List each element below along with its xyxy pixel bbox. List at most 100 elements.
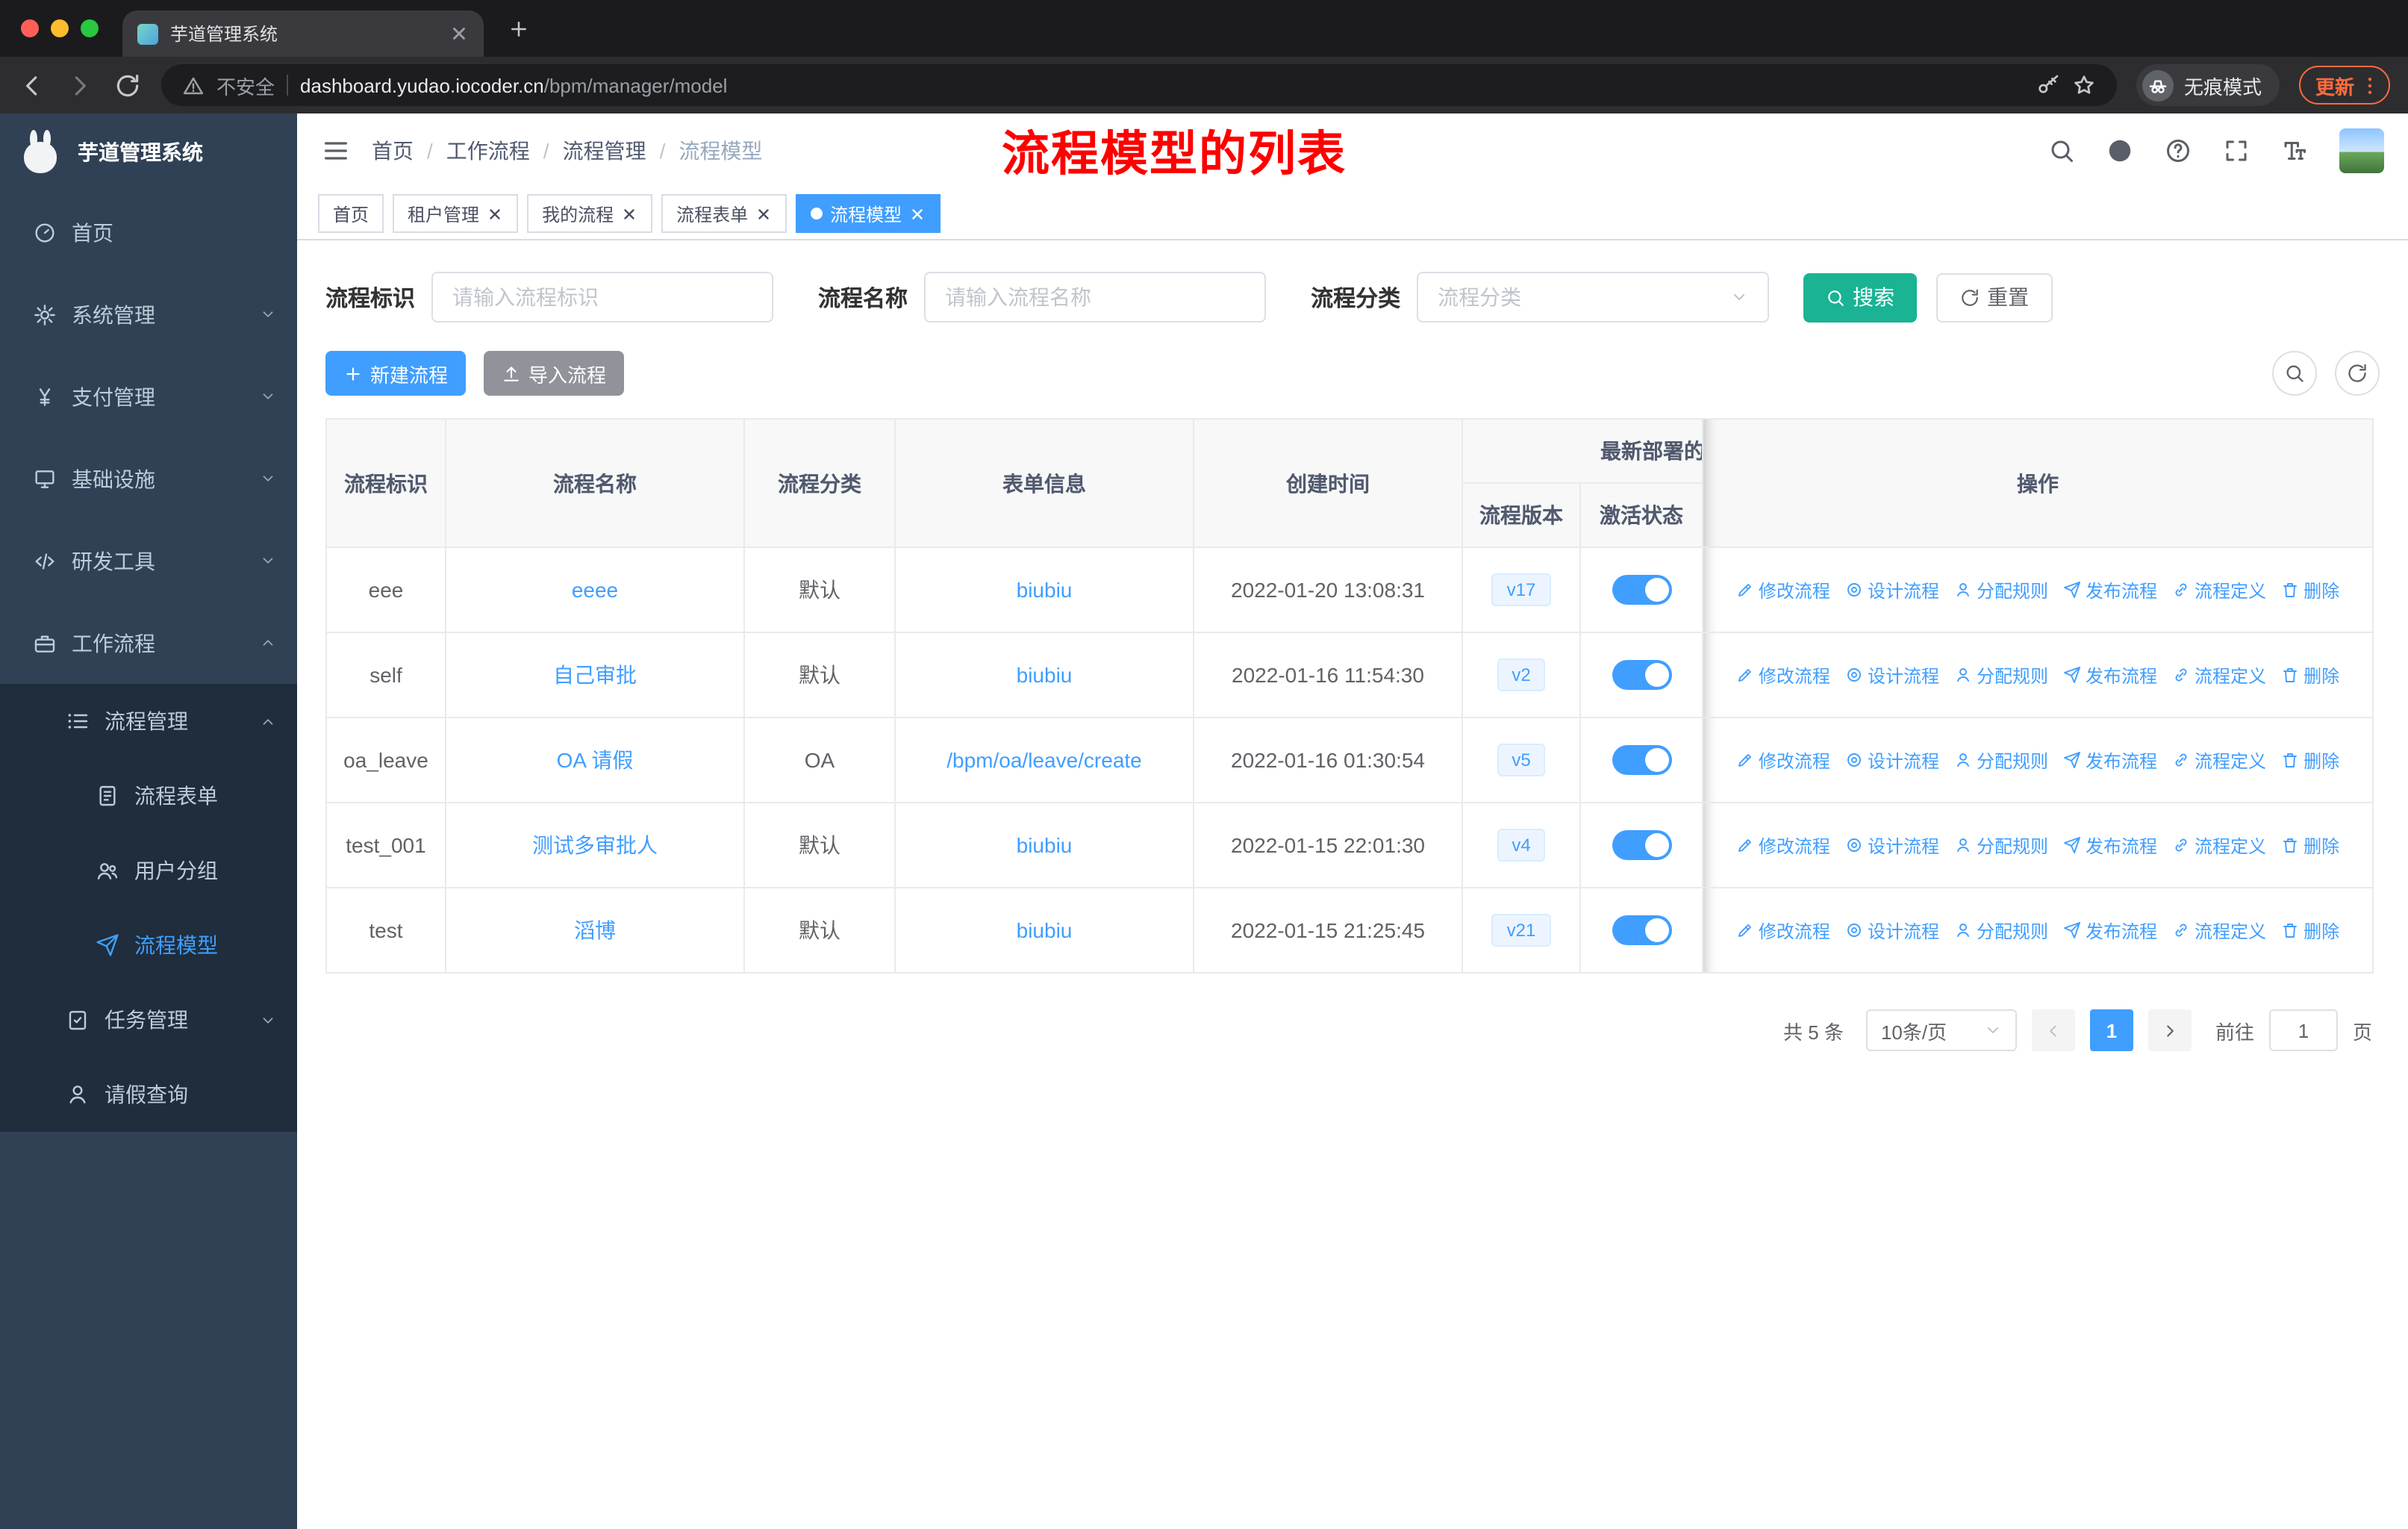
sidebar-item-7[interactable]: 流程管理 (0, 684, 297, 759)
tab-close-icon[interactable] (449, 24, 469, 43)
close-window-button[interactable] (21, 19, 39, 37)
active-toggle[interactable] (1612, 660, 1671, 690)
browser-reload-button[interactable] (113, 71, 142, 99)
page-size-select[interactable]: 10条/页 (1865, 1009, 2017, 1051)
sidebar-item-4[interactable]: 基础设施 (0, 437, 297, 520)
browser-update-menu-button[interactable]: 更新 (2298, 66, 2390, 105)
sidebar-item-2[interactable]: 系统管理 (0, 273, 297, 355)
action-edit[interactable]: 修改流程 (1736, 662, 1830, 688)
action-definition[interactable]: 流程定义 (2172, 577, 2266, 602)
tag-close-icon[interactable] (909, 205, 926, 222)
action-definition[interactable]: 流程定义 (2172, 662, 2266, 688)
next-page-button[interactable] (2147, 1009, 2192, 1051)
sidebar-item-1[interactable]: 首页 (0, 191, 297, 273)
tag[interactable]: 租户管理 (393, 194, 519, 233)
action-delete[interactable]: 删除 (2281, 918, 2339, 943)
sidebar-item-5[interactable]: 研发工具 (0, 520, 297, 602)
breadcrumb-item[interactable]: 首页 (372, 136, 414, 166)
action-publish[interactable]: 发布流程 (2063, 577, 2157, 602)
action-assign[interactable]: 分配规则 (1954, 577, 2048, 602)
active-toggle[interactable] (1612, 745, 1671, 775)
action-delete[interactable]: 删除 (2281, 577, 2339, 602)
process-name-link[interactable]: 测试多审批人 (532, 833, 658, 857)
security-warning-icon[interactable] (182, 74, 205, 96)
help-icon[interactable] (2165, 137, 2192, 164)
process-name-input[interactable] (924, 272, 1267, 323)
form-info-link[interactable]: biubiu (1017, 918, 1073, 942)
sidebar-item-9[interactable]: 用户分组 (0, 833, 297, 908)
create-process-button[interactable]: 新建流程 (325, 351, 467, 396)
sidebar-item-6[interactable]: 工作流程 (0, 602, 297, 684)
sidebar-item-8[interactable]: 流程表单 (0, 759, 297, 833)
bookmark-star-icon[interactable] (2072, 73, 2096, 97)
sidebar-toggle-icon[interactable] (321, 136, 351, 166)
action-assign[interactable]: 分配规则 (1954, 918, 2048, 943)
process-name-link[interactable]: 滔博 (574, 918, 616, 942)
tag-close-icon[interactable] (487, 205, 503, 222)
tag[interactable]: 首页 (318, 194, 384, 233)
tag[interactable]: 流程模型 (796, 194, 941, 233)
sidebar-item-12[interactable]: 请假查询 (0, 1057, 297, 1132)
github-icon[interactable] (2106, 137, 2133, 164)
category-select[interactable]: 流程分类 (1417, 272, 1770, 323)
password-key-icon[interactable] (2036, 73, 2060, 97)
tag[interactable]: 流程表单 (661, 194, 787, 233)
action-publish[interactable]: 发布流程 (2063, 662, 2157, 688)
sidebar-item-10[interactable]: 流程模型 (0, 908, 297, 983)
tag-close-icon[interactable] (755, 205, 772, 222)
process-name-link[interactable]: OA 请假 (557, 748, 634, 772)
active-toggle[interactable] (1612, 915, 1671, 945)
prev-page-button[interactable] (2031, 1009, 2075, 1051)
action-assign[interactable]: 分配规则 (1954, 747, 2048, 773)
search-button[interactable]: 搜索 (1803, 273, 1918, 322)
action-edit[interactable]: 修改流程 (1736, 577, 1830, 602)
user-avatar[interactable] (2339, 128, 2384, 173)
active-toggle[interactable] (1612, 830, 1671, 860)
fullscreen-window-button[interactable] (81, 19, 99, 37)
action-publish[interactable]: 发布流程 (2063, 832, 2157, 858)
process-key-input[interactable] (431, 272, 774, 323)
action-design[interactable]: 设计流程 (1845, 918, 1939, 943)
breadcrumb-item[interactable]: 工作流程 (446, 136, 530, 166)
action-publish[interactable]: 发布流程 (2063, 747, 2157, 773)
action-design[interactable]: 设计流程 (1845, 662, 1939, 688)
action-definition[interactable]: 流程定义 (2172, 747, 2266, 773)
action-design[interactable]: 设计流程 (1845, 577, 1939, 602)
action-assign[interactable]: 分配规则 (1954, 662, 2048, 688)
browser-back-button[interactable] (18, 71, 46, 99)
action-edit[interactable]: 修改流程 (1736, 747, 1830, 773)
process-name-link[interactable]: 自己审批 (553, 663, 637, 687)
action-design[interactable]: 设计流程 (1845, 747, 1939, 773)
tag-close-icon[interactable] (621, 205, 637, 222)
action-edit[interactable]: 修改流程 (1736, 918, 1830, 943)
tag[interactable]: 我的流程 (527, 194, 653, 233)
goto-page-input[interactable] (2268, 1009, 2338, 1051)
active-toggle[interactable] (1612, 575, 1671, 605)
action-delete[interactable]: 删除 (2281, 662, 2339, 688)
toggle-search-button[interactable] (2272, 351, 2317, 396)
action-design[interactable]: 设计流程 (1845, 832, 1939, 858)
address-bar[interactable]: 不安全 dashboard.yudao.iocoder.cn/bpm/manag… (161, 64, 2117, 106)
action-delete[interactable]: 删除 (2281, 747, 2339, 773)
action-assign[interactable]: 分配规则 (1954, 832, 2048, 858)
action-definition[interactable]: 流程定义 (2172, 918, 2266, 943)
import-process-button[interactable]: 导入流程 (484, 351, 625, 396)
sidebar-item-11[interactable]: 任务管理 (0, 983, 297, 1057)
header-search-icon[interactable] (2048, 137, 2075, 164)
fullscreen-icon[interactable] (2223, 137, 2250, 164)
reset-button[interactable]: 重置 (1936, 273, 2053, 322)
new-tab-button[interactable] (508, 17, 530, 40)
breadcrumb-item[interactable]: 流程管理 (563, 136, 646, 166)
form-info-link[interactable]: biubiu (1017, 663, 1073, 687)
action-edit[interactable]: 修改流程 (1736, 832, 1830, 858)
action-publish[interactable]: 发布流程 (2063, 918, 2157, 943)
font-size-icon[interactable] (2281, 137, 2308, 164)
form-info-link[interactable]: biubiu (1017, 833, 1073, 857)
minimize-window-button[interactable] (51, 19, 69, 37)
refresh-table-button[interactable] (2335, 351, 2380, 396)
browser-forward-button[interactable] (66, 71, 94, 99)
action-definition[interactable]: 流程定义 (2172, 832, 2266, 858)
sidebar-item-3[interactable]: 支付管理 (0, 355, 297, 437)
form-info-link[interactable]: /bpm/oa/leave/create (946, 748, 1142, 772)
action-delete[interactable]: 删除 (2281, 832, 2339, 858)
